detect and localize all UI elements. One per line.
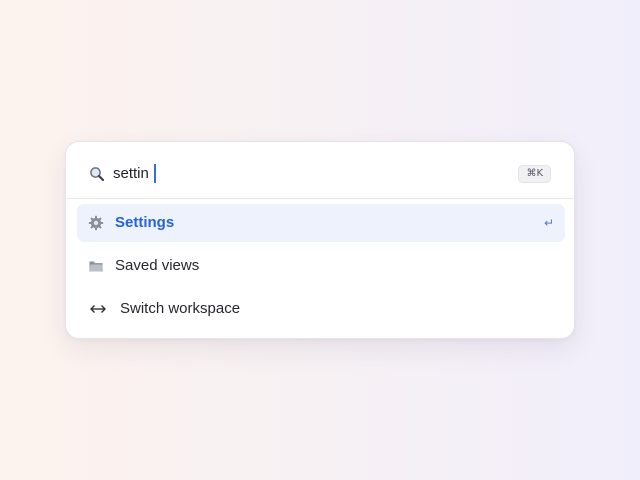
result-label: Settings	[115, 214, 175, 231]
return-icon: ↵	[543, 216, 554, 230]
result-label: Saved views	[115, 257, 200, 274]
shortcut-badge: ⌘K	[518, 165, 551, 183]
command-palette: settin ⌘K Settings ↵ Saved views Switch …	[65, 141, 575, 339]
switch-arrows-icon	[90, 305, 106, 313]
search-input[interactable]: settin	[113, 165, 149, 183]
gear-icon	[88, 215, 104, 231]
result-item-switch-workspace[interactable]: Switch workspace	[77, 290, 565, 328]
result-item-settings[interactable]: Settings ↵	[77, 204, 565, 242]
text-caret	[154, 164, 156, 183]
result-label: Switch workspace	[120, 300, 241, 317]
result-item-saved-views[interactable]: Saved views	[77, 247, 565, 285]
folder-icon	[89, 261, 103, 272]
search-icon	[90, 167, 105, 182]
search-bar[interactable]: settin ⌘K	[66, 142, 574, 199]
